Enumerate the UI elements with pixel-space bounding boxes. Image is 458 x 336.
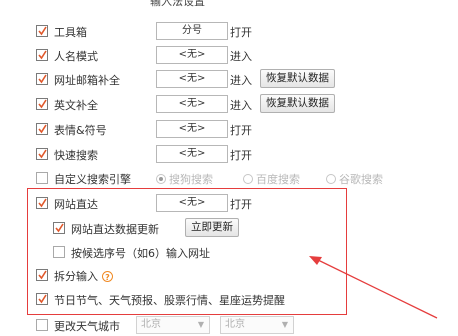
city-select[interactable]: 北京 ▼ (220, 316, 294, 334)
action-label: 进入 (230, 50, 252, 63)
festival-label: 节日节气、天气预报、股票行情、星座运势提醒 (54, 294, 285, 307)
restore-default-button[interactable]: 恢复默认数据 (260, 94, 335, 113)
radio-baidu[interactable]: 百度搜索 (243, 171, 300, 187)
radio-google[interactable]: 谷歌搜索 (326, 171, 383, 187)
check-icon (38, 270, 47, 280)
action-label: 打开 (230, 26, 252, 39)
candidate-url-label: 按候选序号（如6）输入网址 (71, 247, 210, 260)
festival-row: 节日节气、天气预报、股票行情、星座运势提醒 (36, 290, 446, 310)
direct-site-row: 网站直达 <无> 打开 (36, 194, 446, 214)
setting-checkbox[interactable] (36, 25, 48, 37)
hotkey-field[interactable]: <无> (156, 145, 228, 163)
split-input-label: 拆分输入 (54, 270, 98, 283)
direct-site-update-row: 网站直达数据更新 立即更新 (53, 218, 458, 239)
split-input-checkbox[interactable] (36, 269, 48, 281)
split-input-row: 拆分输入? (36, 266, 446, 286)
check-icon (38, 149, 47, 159)
hotkey-field[interactable]: <无> (156, 95, 228, 113)
setting-row: 人名模式 <无> 进入 (36, 46, 446, 66)
city-value: 北京 (225, 319, 245, 330)
setting-label: 网址邮箱补全 (54, 74, 120, 87)
setting-row: 快速搜索 <无> 打开 (36, 145, 446, 165)
direct-site-label: 网站直达 (54, 198, 98, 211)
search-engine-row: 自定义搜索引擎 搜狗搜索 百度搜索 谷歌搜索 (36, 169, 446, 189)
direct-site-update-label: 网站直达数据更新 (71, 223, 159, 236)
hotkey-field[interactable]: 分号 (156, 22, 228, 40)
hotkey-field[interactable]: <无> (156, 46, 228, 64)
action-label: 打开 (230, 149, 252, 162)
weather-city-checkbox[interactable] (36, 319, 48, 331)
radio-google-label: 谷歌搜索 (339, 173, 383, 186)
festival-checkbox[interactable] (36, 293, 48, 305)
action-label: 进入 (230, 74, 252, 87)
check-icon (38, 124, 47, 134)
weather-city-label: 更改天气城市 (54, 320, 120, 333)
check-icon (55, 223, 64, 233)
setting-checkbox[interactable] (36, 148, 48, 160)
candidate-url-checkbox[interactable] (53, 246, 65, 258)
update-now-button[interactable]: 立即更新 (185, 218, 239, 237)
search-engine-checkbox[interactable] (36, 172, 48, 184)
hotkey-field[interactable]: <无> (156, 70, 228, 88)
radio-sogou[interactable]: 搜狗搜索 (156, 171, 213, 187)
direct-site-hotkey-field[interactable]: <无> (156, 194, 228, 212)
weather-city-row: 更改天气城市 北京 ▼ 北京 ▼ (36, 316, 446, 336)
setting-label: 英文补全 (54, 99, 98, 112)
chevron-down-icon: ▼ (197, 320, 204, 329)
setting-checkbox[interactable] (36, 49, 48, 61)
check-icon (38, 294, 47, 304)
check-icon (38, 198, 47, 208)
candidate-url-row: 按候选序号（如6）输入网址 (53, 243, 458, 263)
radio-baidu-dot (243, 174, 253, 184)
hotkey-field[interactable]: <无> (156, 120, 228, 138)
setting-row: 英文补全 <无> 进入 恢复默认数据 (36, 94, 446, 115)
setting-label: 工具箱 (54, 26, 87, 39)
direct-site-checkbox[interactable] (36, 197, 48, 209)
radio-baidu-label: 百度搜索 (256, 173, 300, 186)
search-engine-label: 自定义搜索引擎 (54, 173, 131, 186)
radio-sogou-dot (156, 174, 166, 184)
chevron-down-icon: ▼ (281, 320, 288, 329)
check-icon (38, 99, 47, 109)
restore-default-button[interactable]: 恢复默认数据 (260, 69, 335, 88)
action-label: 进入 (230, 99, 252, 112)
setting-checkbox[interactable] (36, 98, 48, 110)
setting-label: 快速搜索 (54, 149, 98, 162)
check-icon (38, 50, 47, 60)
province-value: 北京 (141, 319, 161, 330)
setting-row: 表情&符号 <无> 打开 (36, 120, 446, 140)
action-label: 打开 (230, 124, 252, 137)
setting-checkbox[interactable] (36, 123, 48, 135)
radio-sogou-label: 搜狗搜索 (169, 173, 213, 186)
help-icon[interactable]: ? (102, 271, 113, 282)
direct-site-update-checkbox[interactable] (53, 222, 65, 234)
province-select[interactable]: 北京 ▼ (136, 316, 210, 334)
direct-site-action: 打开 (230, 198, 252, 211)
split-input-label-wrap: 拆分输入? (54, 268, 113, 284)
check-icon (38, 74, 47, 84)
check-icon (38, 26, 47, 36)
setting-checkbox[interactable] (36, 73, 48, 85)
setting-row: 工具箱 分号 打开 (36, 22, 446, 42)
setting-row: 网址邮箱补全 <无> 进入 恢复默认数据 (36, 69, 446, 90)
radio-google-dot (326, 174, 336, 184)
setting-label: 人名模式 (54, 50, 98, 63)
setting-label: 表情&符号 (54, 124, 107, 137)
